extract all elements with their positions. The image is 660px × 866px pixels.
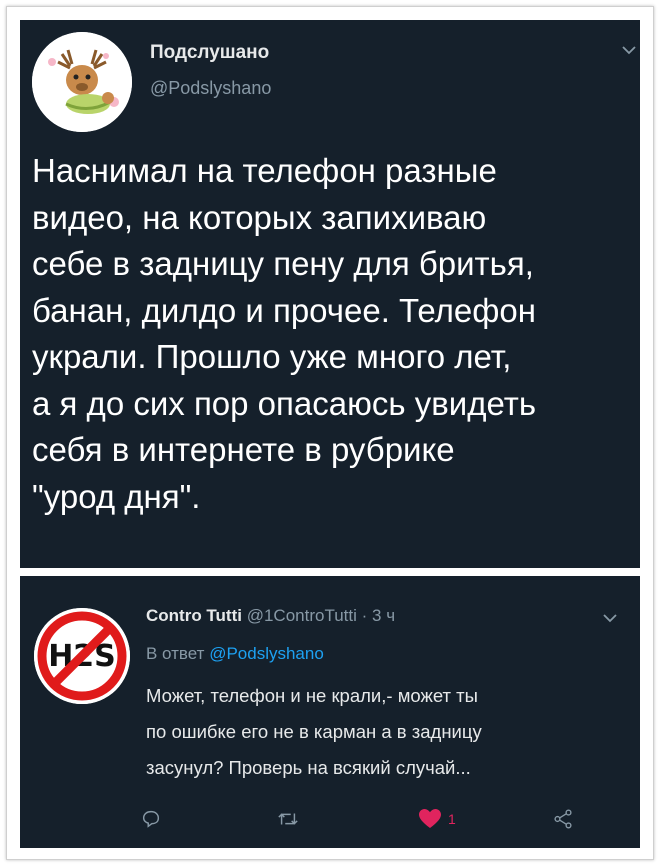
reply-tweet-card: H2S Contro Tutti @1ControTutti · 3 ч В о…: [20, 576, 640, 848]
retweet-button[interactable]: [276, 808, 300, 830]
chevron-down-icon[interactable]: [603, 610, 617, 628]
retweet-icon: [278, 813, 298, 825]
reply-to-line: В ответ @Podslyshano: [146, 644, 324, 664]
chevron-down-icon[interactable]: [622, 42, 636, 60]
moose-avatar-icon: [32, 32, 132, 132]
tweet-actions: 1: [140, 808, 580, 832]
separator: ·: [361, 606, 368, 625]
timestamp[interactable]: 3 ч: [372, 606, 395, 625]
reply-icon: [142, 810, 160, 828]
avatar[interactable]: [32, 32, 132, 132]
reply-button[interactable]: [140, 808, 162, 830]
like-count: 1: [448, 811, 456, 827]
main-tweet-card: Подслушано @Podslyshano Наснимал на теле…: [20, 20, 640, 568]
like-button[interactable]: 1: [418, 808, 456, 830]
user-handle[interactable]: @Podslyshano: [150, 78, 271, 99]
no-h2s-avatar-icon: H2S: [34, 608, 130, 704]
share-icon: [554, 809, 572, 829]
user-handle[interactable]: @1ControTutti: [247, 606, 357, 625]
reply-to-label: В ответ: [146, 644, 205, 663]
reply-text: Может, телефон и не крали,- может ты по …: [146, 685, 482, 778]
share-button[interactable]: [552, 808, 574, 830]
display-name[interactable]: Подслушано: [150, 42, 269, 64]
heart-icon: [419, 809, 441, 828]
display-name[interactable]: Contro Tutti: [146, 606, 242, 625]
tweet-text: Наснимал на телефон разные видео, на кот…: [32, 152, 537, 515]
avatar[interactable]: H2S: [34, 608, 130, 704]
reply-to-handle-link[interactable]: @Podslyshano: [209, 644, 324, 663]
reply-meta: Contro Tutti @1ControTutti · 3 ч: [146, 606, 395, 626]
